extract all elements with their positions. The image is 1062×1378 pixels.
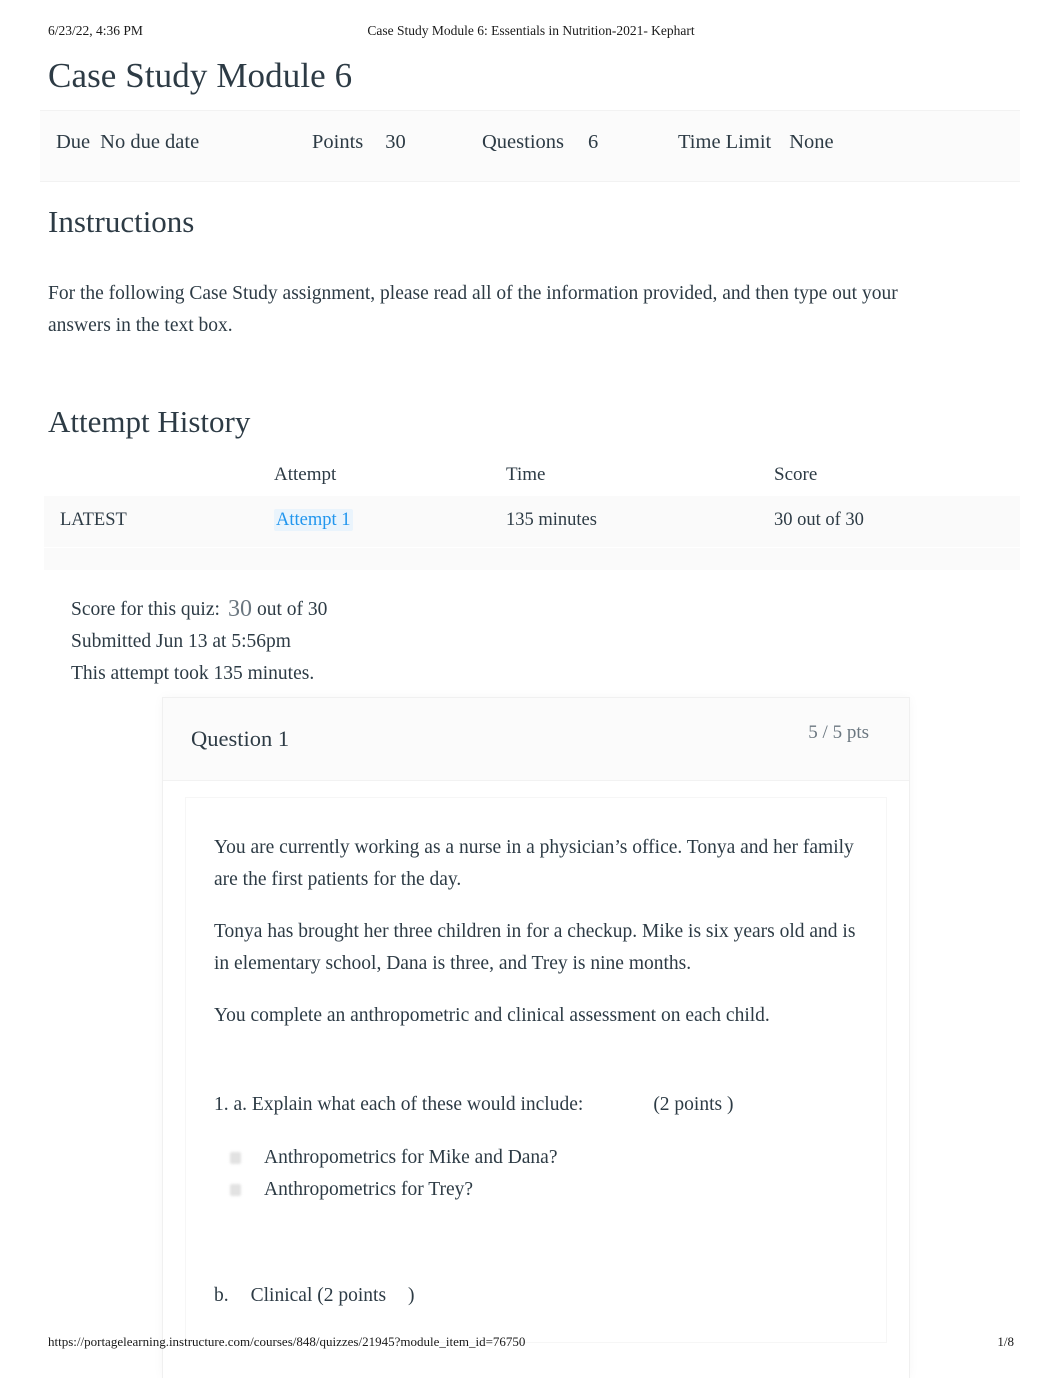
attempt-duration-line: This attempt took 135 minutes. xyxy=(71,663,315,684)
attempt-history-table: Attempt Time Score LATEST Attempt 1 135 … xyxy=(44,460,1020,547)
meta-time-limit-label: Time Limit xyxy=(678,131,772,153)
meta-due: Due No due date xyxy=(56,131,199,154)
instructions-heading: Instructions xyxy=(48,204,195,239)
print-footer-page-number: 1/8 xyxy=(997,1334,1014,1349)
question-prompt-points: (2 points ) xyxy=(653,1093,734,1115)
list-item: Anthropometrics for Mike and Dana? xyxy=(230,1142,858,1174)
column-header-time: Time xyxy=(506,464,546,485)
question-paragraph: Tonya has brought her three children in … xyxy=(214,921,856,974)
score-for-quiz-line: Score for this quiz: 30 out of 30 xyxy=(71,593,327,626)
instructions-body: For the following Case Study assignment,… xyxy=(48,283,898,336)
list-item-label: Anthropometrics for Mike and Dana? xyxy=(264,1147,558,1168)
table-header-row: Attempt Time Score xyxy=(44,460,1020,496)
attempt-link-cell: Attempt 1 xyxy=(274,496,506,547)
quiz-meta-bar: Due No due date Points 30 Questions 6 Time … xyxy=(40,110,1020,182)
score-label: Score for this quiz: xyxy=(71,599,220,620)
question-name: Question 1 xyxy=(191,726,290,751)
meta-due-label: Due xyxy=(56,131,91,153)
attempt-history-heading: Attempt History xyxy=(48,404,251,439)
meta-questions-label: Questions xyxy=(482,131,564,153)
meta-due-value: No due date xyxy=(100,131,200,153)
question-card: Question 1 5 / 5 pts You are currently w… xyxy=(162,697,910,1378)
question-sub-list: Anthropometrics for Mike and Dana? Anthr… xyxy=(214,1142,858,1205)
attempt-score-cell: 30 out of 30 xyxy=(774,510,864,530)
list-item-label: Anthropometrics for Trey? xyxy=(264,1178,474,1200)
attempt-history-thead: Attempt Time Score xyxy=(44,460,1020,496)
attempt-history-tbody: LATEST Attempt 1 135 minutes 30 out of 3… xyxy=(44,496,1020,547)
column-header-attempt: Attempt xyxy=(274,464,337,485)
question-prompt: 1. a. Explain what each of these would i… xyxy=(214,1089,858,1121)
attempt-time-cell: 135 minutes xyxy=(506,510,597,530)
column-header-score: Score xyxy=(774,464,818,485)
meta-points: Points 30 xyxy=(312,131,406,154)
meta-points-value: 30 xyxy=(385,131,406,153)
question-clinical-label: b. xyxy=(214,1285,229,1306)
question-paragraph: You are currently working as a nurse in … xyxy=(214,837,854,890)
attempt-status-badge: LATEST xyxy=(60,510,127,530)
meta-time-limit: Time Limit None xyxy=(678,131,834,154)
question-points: 5 / 5 pts xyxy=(808,722,869,743)
score-summary: Score for this quiz: 30 out of 30 Submitte… xyxy=(71,593,327,690)
print-document-title: Case Study Module 6: Essentials in Nutri… xyxy=(367,23,695,38)
list-item: Anthropometrics for Trey? xyxy=(230,1174,858,1206)
page-title: Case Study Module 6 xyxy=(48,56,353,95)
column-header-status xyxy=(44,460,274,496)
question-clinical-close: ) xyxy=(408,1285,415,1306)
question-clinical-line: b. Clinical (2 points) xyxy=(214,1280,858,1312)
attempt-1-link[interactable]: Attempt 1 xyxy=(274,509,353,531)
meta-questions: Questions 6 xyxy=(482,131,598,154)
question-clinical-text: Clinical (2 points xyxy=(250,1285,387,1306)
table-row: LATEST Attempt 1 135 minutes 30 out of 3… xyxy=(44,496,1020,547)
meta-time-limit-value: None xyxy=(789,131,834,153)
question-card-header: Question 1 5 / 5 pts xyxy=(163,698,909,781)
submitted-line: Submitted Jun 13 at 5:56pm xyxy=(71,631,291,652)
question-paragraph: You complete an anthropometric and clini… xyxy=(214,1005,770,1026)
print-header: 6/23/22, 4:36 PM Case Study Module 6: Es… xyxy=(48,23,1014,43)
score-value: 30 xyxy=(227,596,252,622)
attempt-table-tail xyxy=(44,548,1020,570)
score-out-of: out of 30 xyxy=(256,599,328,620)
meta-questions-value: 6 xyxy=(588,131,599,153)
question-body: You are currently working as a nurse in … xyxy=(185,797,887,1343)
bullet-marker-icon xyxy=(230,1183,241,1196)
meta-points-label: Points xyxy=(312,131,364,153)
print-footer-url: https://portagelearning.instructure.com/… xyxy=(48,1334,526,1349)
bullet-marker-icon xyxy=(230,1152,241,1164)
print-footer: https://portagelearning.instructure.com/… xyxy=(48,1334,1014,1352)
question-prompt-text: 1. a. Explain what each of these would i… xyxy=(214,1093,584,1115)
